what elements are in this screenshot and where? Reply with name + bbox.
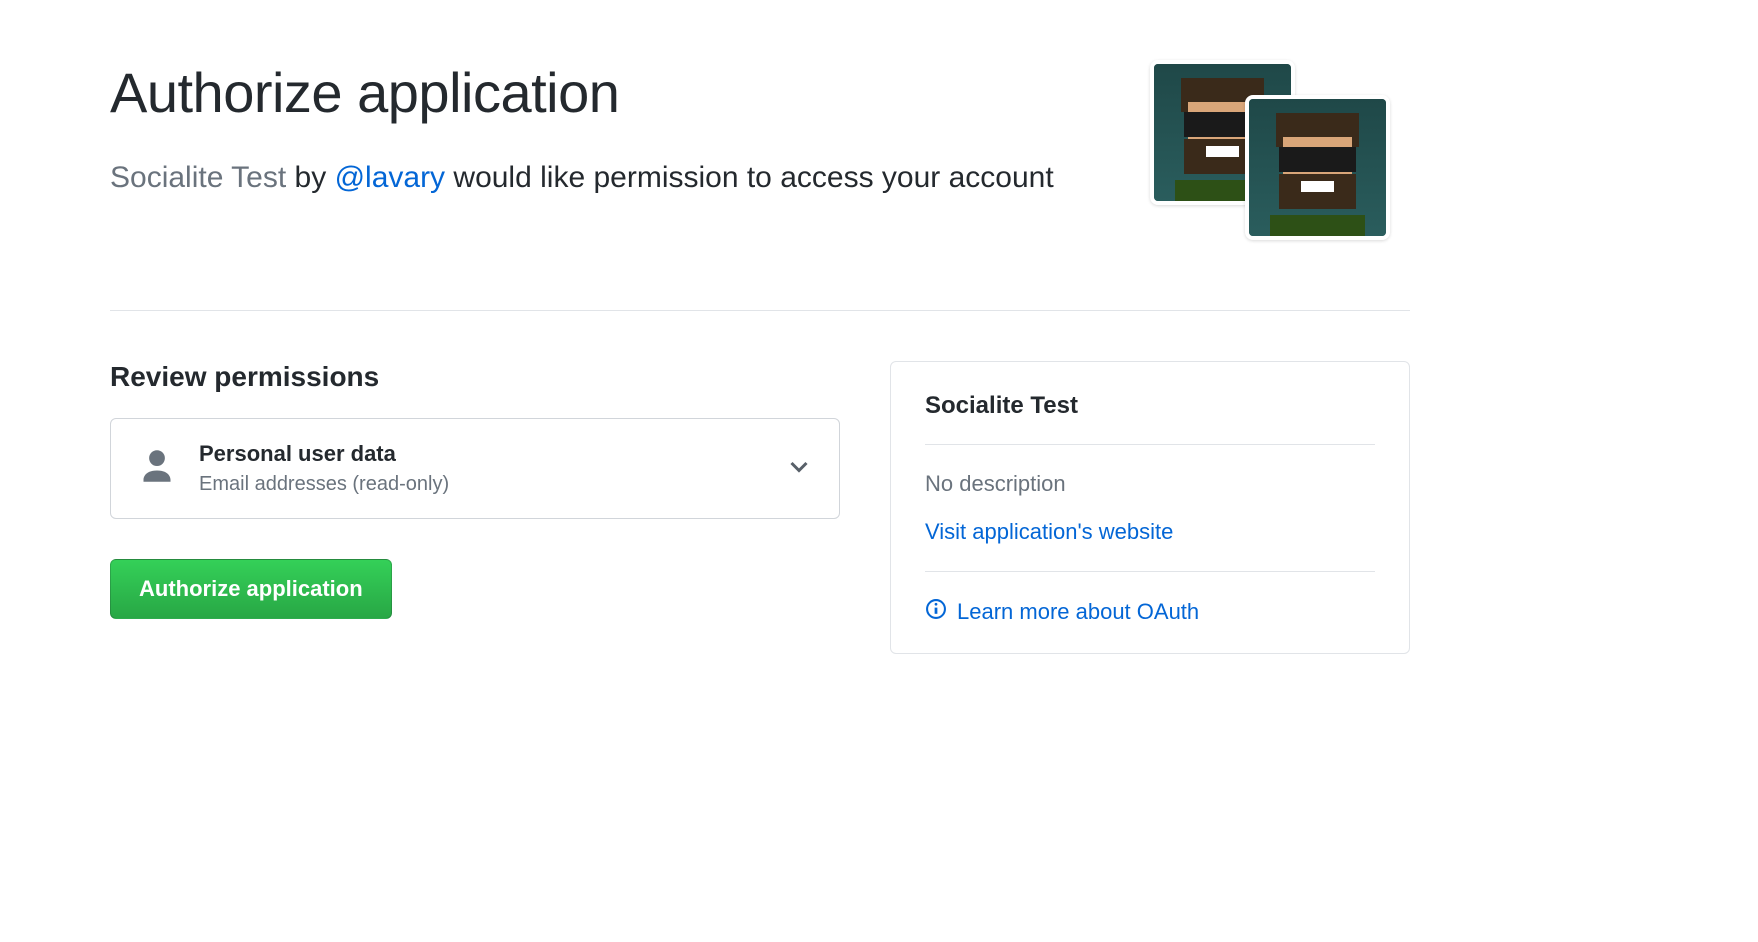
app-info-box: Socialite Test No description Visit appl…	[890, 361, 1410, 654]
by-text: by	[286, 161, 334, 194]
authorize-button[interactable]: Authorize application	[110, 559, 392, 619]
person-icon	[139, 446, 175, 491]
sidebar-app-title: Socialite Test	[925, 392, 1375, 445]
chevron-down-icon	[787, 454, 811, 483]
info-icon	[925, 598, 947, 625]
permission-text-block: Personal user data Email addresses (read…	[199, 441, 763, 496]
app-description: No description	[925, 471, 1375, 497]
authorize-subtitle: Socialite Test by @lavary would like per…	[110, 155, 1110, 200]
avatar-stack	[1150, 60, 1410, 260]
page-title: Authorize application	[110, 60, 1110, 125]
learn-oauth-link[interactable]: Learn more about OAuth	[957, 599, 1199, 625]
review-permissions-heading: Review permissions	[110, 361, 840, 393]
page-header: Authorize application Socialite Test by …	[110, 60, 1410, 311]
oauth-authorize-page: Authorize application Socialite Test by …	[110, 60, 1410, 654]
header-text: Authorize application Socialite Test by …	[110, 60, 1150, 200]
main-content: Review permissions Personal user data Em…	[110, 361, 1410, 654]
permission-title: Personal user data	[199, 441, 763, 467]
app-name: Socialite Test	[110, 161, 286, 194]
permissions-column: Review permissions Personal user data Em…	[110, 361, 840, 654]
permission-subtitle: Email addresses (read-only)	[199, 473, 763, 496]
sidebar-column: Socialite Test No description Visit appl…	[890, 361, 1410, 654]
permission-item[interactable]: Personal user data Email addresses (read…	[110, 418, 840, 519]
visit-website-link[interactable]: Visit application's website	[925, 519, 1173, 544]
user-avatar	[1245, 95, 1390, 240]
sidebar-description-section: No description Visit application's websi…	[925, 445, 1375, 572]
permission-text: would like permission to access your acc…	[445, 161, 1054, 194]
sidebar-oauth-section: Learn more about OAuth	[925, 572, 1375, 629]
author-link[interactable]: @lavary	[335, 161, 445, 194]
